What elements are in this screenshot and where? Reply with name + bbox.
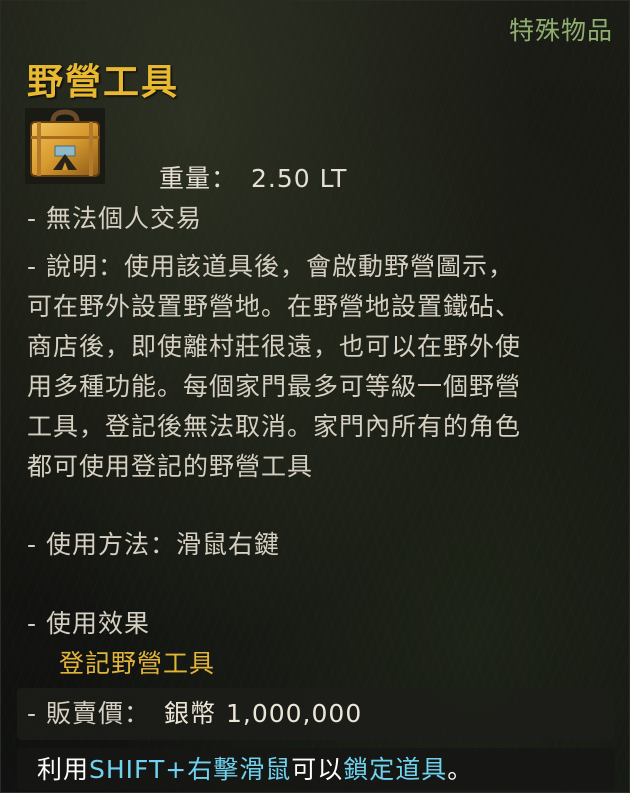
item-weight: 重量： 2.50 LT <box>159 159 347 195</box>
description-line: 商店後，即使離村莊很遠，也可以在野外使 <box>27 332 522 361</box>
weight-value: 2.50 LT <box>251 164 348 193</box>
hint-key: SHIFT+右擊滑鼠 <box>89 755 292 784</box>
hint-middle: 可以 <box>291 755 344 784</box>
usage-method: - 使用方法：滑鼠右鍵 <box>27 530 280 559</box>
description-line: 工具，登記後無法取消。家門內所有的角色 <box>27 412 522 441</box>
item-name: 野營工具 <box>27 62 180 103</box>
description-line: - 說明：使用該道具後，會啟動野營圖示， <box>27 252 514 281</box>
hint-prefix: 利用 <box>37 755 90 784</box>
hint-suffix: 。 <box>447 755 474 784</box>
description-line: 用多種功能。每個家門最多可等級一個野營 <box>27 372 522 401</box>
price-currency: 銀幣 <box>163 699 216 728</box>
description-line: 都可使用登記的野營工具 <box>27 452 314 481</box>
weight-label: 重量： <box>159 164 238 193</box>
effect-value: 登記野營工具 <box>59 649 216 678</box>
price-label: - 販賣價： <box>27 699 150 728</box>
item-category: 特殊物品 <box>508 16 613 45</box>
hint-action: 鎖定道具 <box>343 755 448 784</box>
sell-price: - 販賣價： 銀幣 1,000,000 <box>27 694 362 734</box>
camping-toolbox-icon <box>25 108 105 184</box>
item-tooltip: 特殊物品 野營工具 重量： 2.50 LT - 無法個人交易 - 說明：使用該道… <box>0 0 630 793</box>
effect-label: - 使用效果 <box>27 609 150 638</box>
description-line: 可在野外設置野營地。在野營地設置鐵砧、 <box>27 292 522 321</box>
price-amount: 1,000,000 <box>225 699 363 728</box>
lock-item-hint: 利用SHIFT+右擊滑鼠可以鎖定道具。 <box>37 750 473 790</box>
trade-restriction: - 無法個人交易 <box>27 204 202 233</box>
